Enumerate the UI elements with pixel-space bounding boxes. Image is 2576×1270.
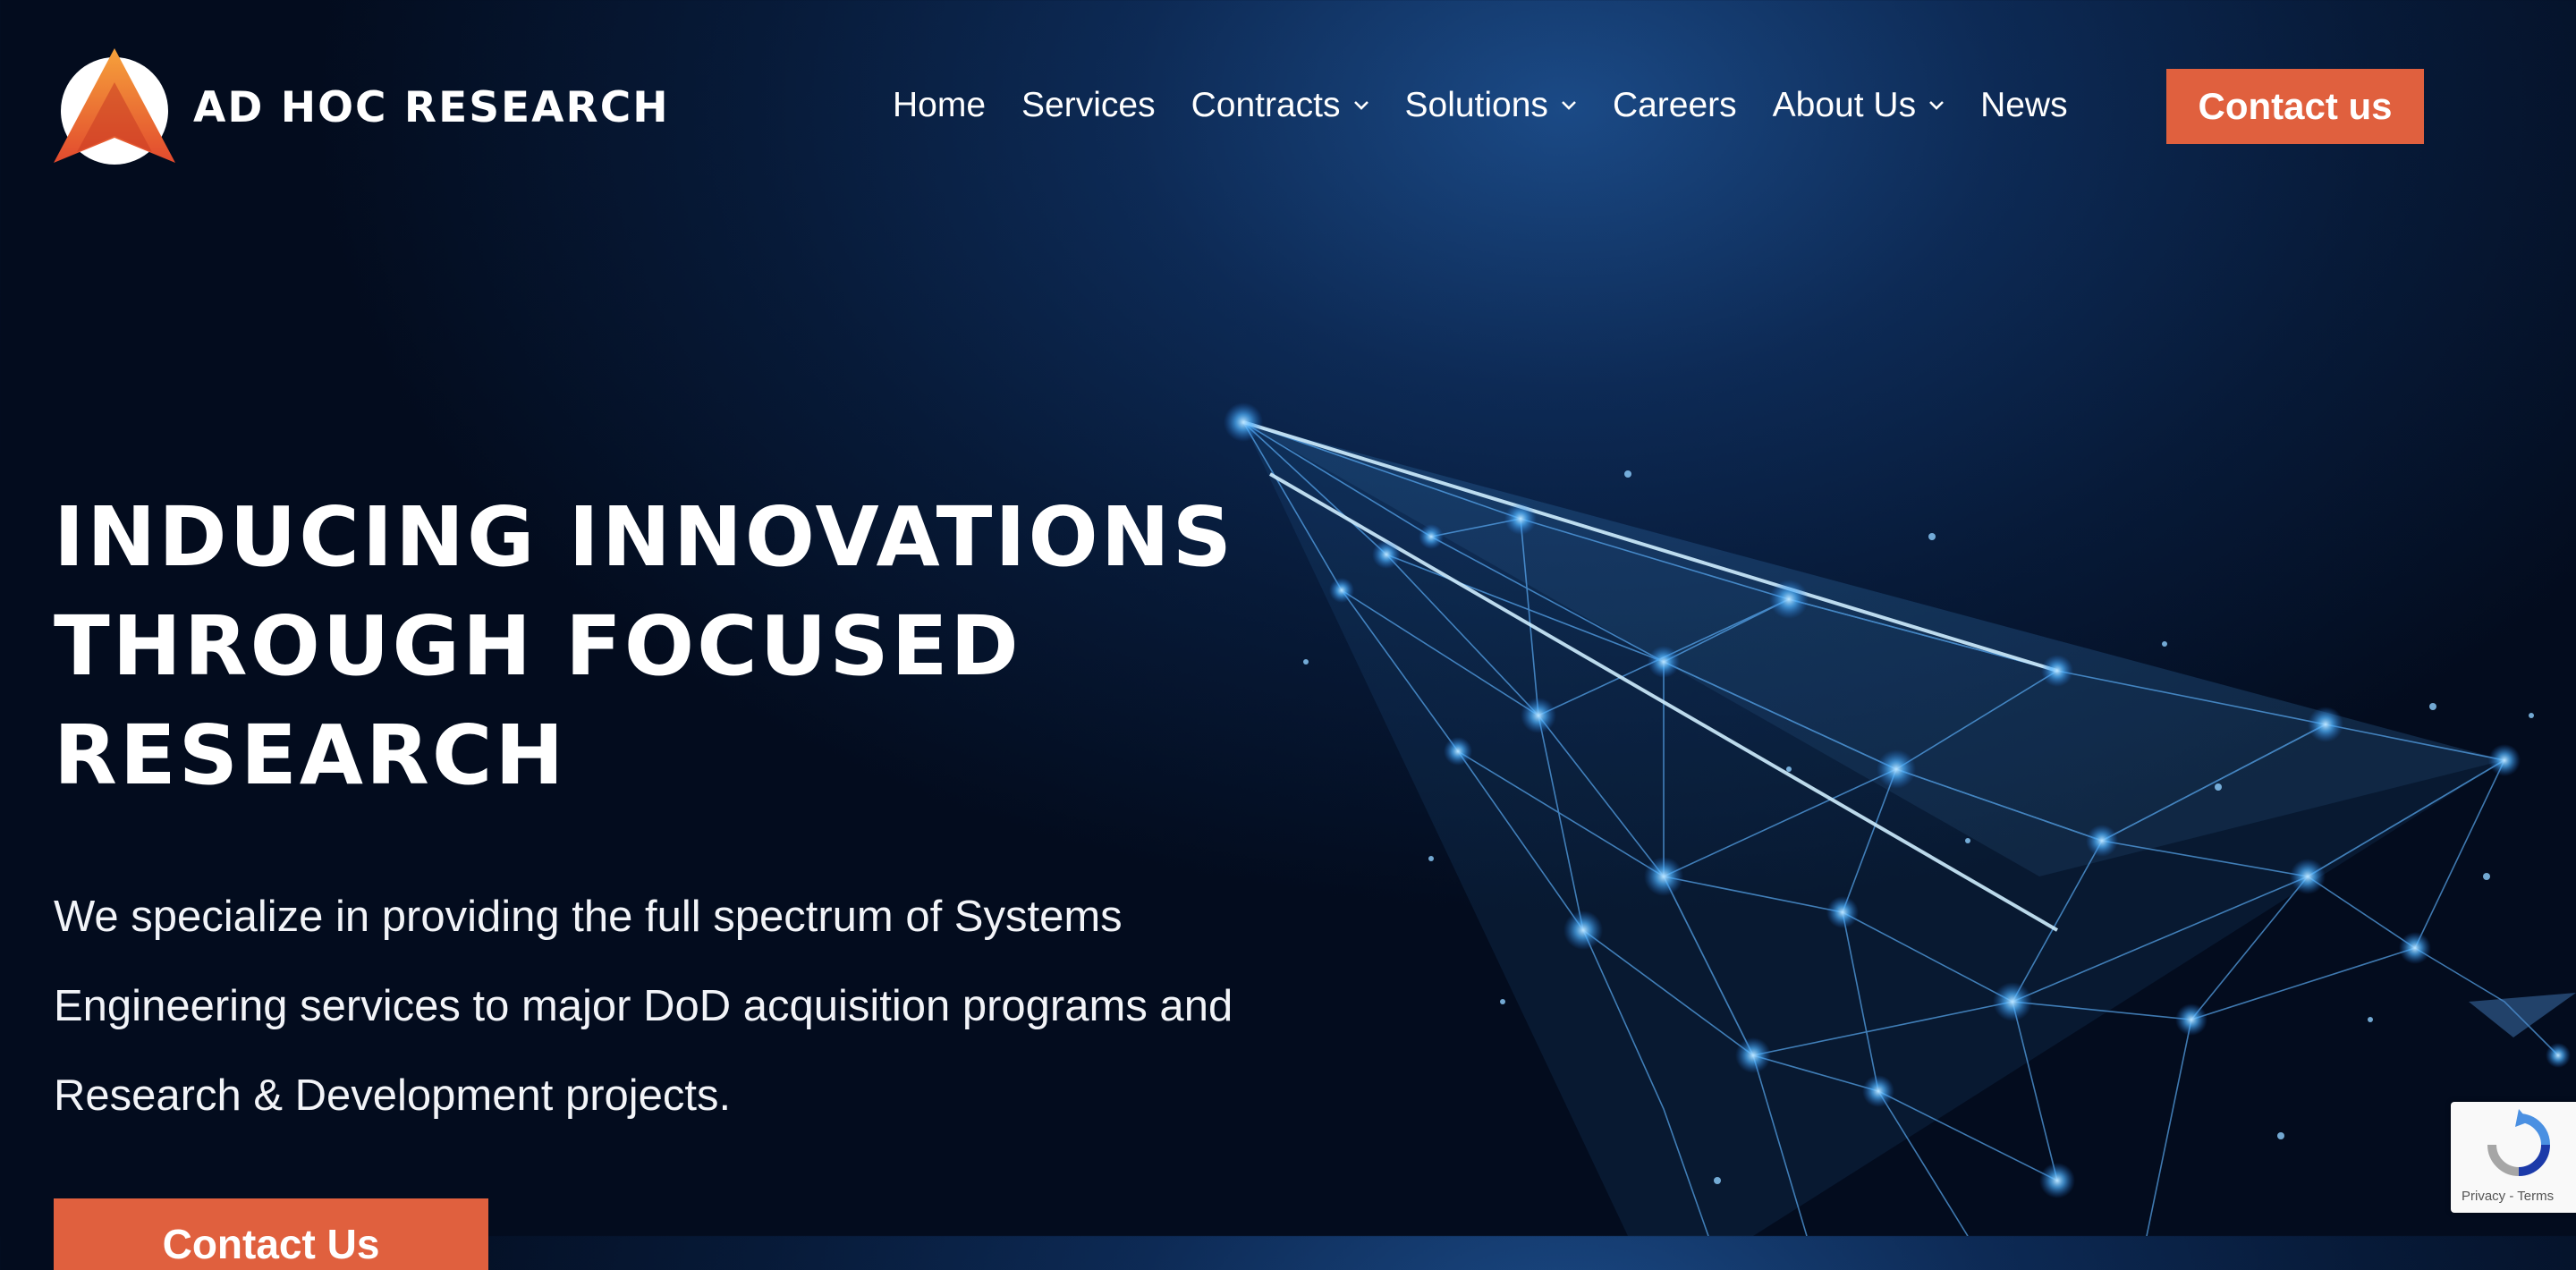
nav-label: News xyxy=(1980,86,2068,124)
nav-item-contracts[interactable]: Contracts xyxy=(1191,86,1369,125)
nav-label: About Us xyxy=(1772,86,1917,124)
hero-title-line: THROUGH FOCUSED xyxy=(54,598,1021,694)
nav-label: Careers xyxy=(1612,86,1737,124)
hero-title-line: INDUCING INNOVATIONS xyxy=(54,489,1235,585)
recaptcha-badge[interactable]: Privacy - Terms xyxy=(2451,1102,2576,1213)
nav-label: Home xyxy=(893,86,987,124)
logo-text: AD HOC RESEARCH xyxy=(193,82,670,132)
recaptcha-icon xyxy=(2487,1109,2550,1176)
nav-item-about-us[interactable]: About Us xyxy=(1773,86,1945,125)
contact-us-button[interactable]: Contact us xyxy=(2166,69,2424,144)
hero-description: We specialize in providing the full spec… xyxy=(54,893,1233,1120)
nav-item-careers[interactable]: Careers xyxy=(1613,86,1737,125)
chevron-down-icon xyxy=(1353,101,1368,110)
hero-contact-button[interactable]: Contact Us xyxy=(54,1198,488,1270)
logo[interactable]: AD HOC RESEARCH xyxy=(52,47,670,168)
nav-label: Contracts xyxy=(1191,86,1341,124)
nav-item-services[interactable]: Services xyxy=(1021,86,1156,125)
ad-hoc-logo-icon xyxy=(54,48,175,165)
nav-item-news[interactable]: News xyxy=(1980,86,2068,125)
main-nav: Home Services Contracts Solutions Career… xyxy=(893,68,2104,143)
chevron-down-icon xyxy=(1929,101,1944,110)
nav-item-solutions[interactable]: Solutions xyxy=(1405,86,1577,125)
hero-title-line: RESEARCH xyxy=(54,707,567,803)
nav-label: Services xyxy=(1021,86,1156,124)
chevron-down-icon xyxy=(1562,101,1576,110)
recaptcha-links[interactable]: Privacy - Terms xyxy=(2462,1189,2554,1204)
hero-title: INDUCING INNOVATIONS THROUGH FOCUSED RES… xyxy=(54,483,1395,810)
nav-item-home[interactable]: Home xyxy=(893,86,986,125)
nav-label: Solutions xyxy=(1404,86,1548,124)
